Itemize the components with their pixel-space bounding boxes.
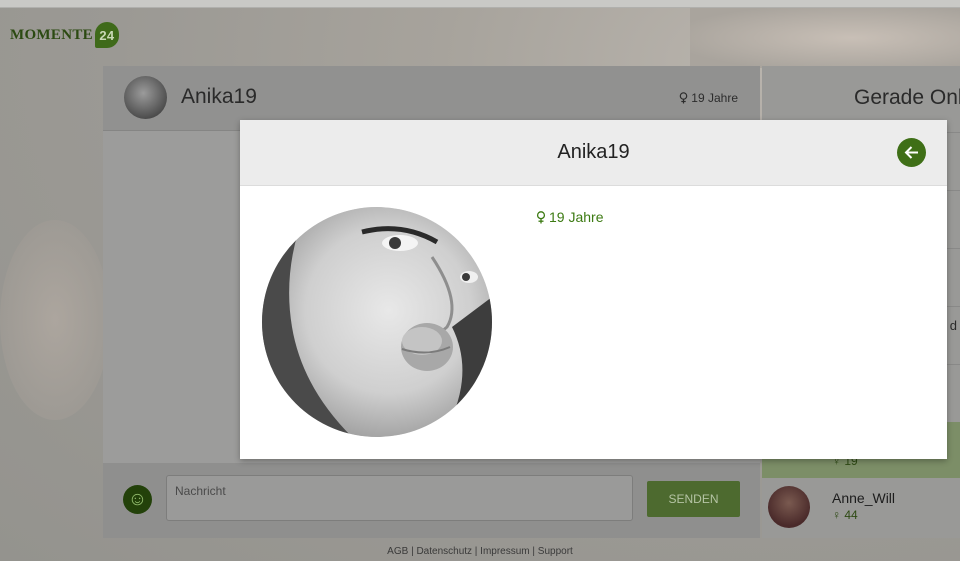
online-panel-title: Gerade Online xyxy=(854,86,960,109)
chat-partner-avatar[interactable] xyxy=(124,76,167,119)
background-decoration xyxy=(0,220,110,420)
chat-partner-age: 19 Jahre xyxy=(679,91,738,105)
logo-text: MOMENTE xyxy=(10,26,93,43)
send-button[interactable]: SENDEN xyxy=(647,481,740,517)
footer-links[interactable]: AGB | Datenschutz | Impressum | Support xyxy=(0,546,960,557)
arrow-left-icon xyxy=(904,146,918,159)
back-button[interactable] xyxy=(897,138,926,167)
chat-partner-age-text: 19 Jahre xyxy=(691,91,738,105)
profile-age: 19 Jahre xyxy=(536,209,603,225)
profile-photo-image xyxy=(262,207,492,437)
site-logo[interactable]: MOMENTE 24 xyxy=(10,22,119,48)
profile-modal-title: Anika19 xyxy=(557,141,630,163)
emoji-button[interactable]: ☺ xyxy=(123,485,152,514)
browser-top-strip xyxy=(0,0,960,8)
online-user-age: ♀ 44 xyxy=(832,508,858,522)
profile-modal-header: Anika19 xyxy=(240,120,947,186)
chat-partner-name[interactable]: Anika19 xyxy=(181,85,257,109)
profile-photo[interactable] xyxy=(262,207,492,437)
online-user-age-text: 44 xyxy=(844,508,858,522)
female-icon xyxy=(536,211,546,224)
online-user-avatar xyxy=(768,486,810,528)
background-decoration xyxy=(690,8,960,68)
online-user-name: Anne_Will xyxy=(832,490,896,506)
smiley-icon: ☺ xyxy=(127,489,148,510)
female-icon xyxy=(679,92,688,104)
logo-badge: 24 xyxy=(94,22,119,48)
profile-modal: Anika19 19 Jahre xyxy=(240,120,947,459)
chat-input-bar: ☺ SENDEN xyxy=(103,463,760,538)
online-user-row[interactable]: Anne_Will ♀ 44 xyxy=(762,478,960,536)
profile-age-text: 19 Jahre xyxy=(549,209,604,225)
online-user-name-partial: d xyxy=(949,318,957,333)
message-input[interactable] xyxy=(166,475,633,521)
